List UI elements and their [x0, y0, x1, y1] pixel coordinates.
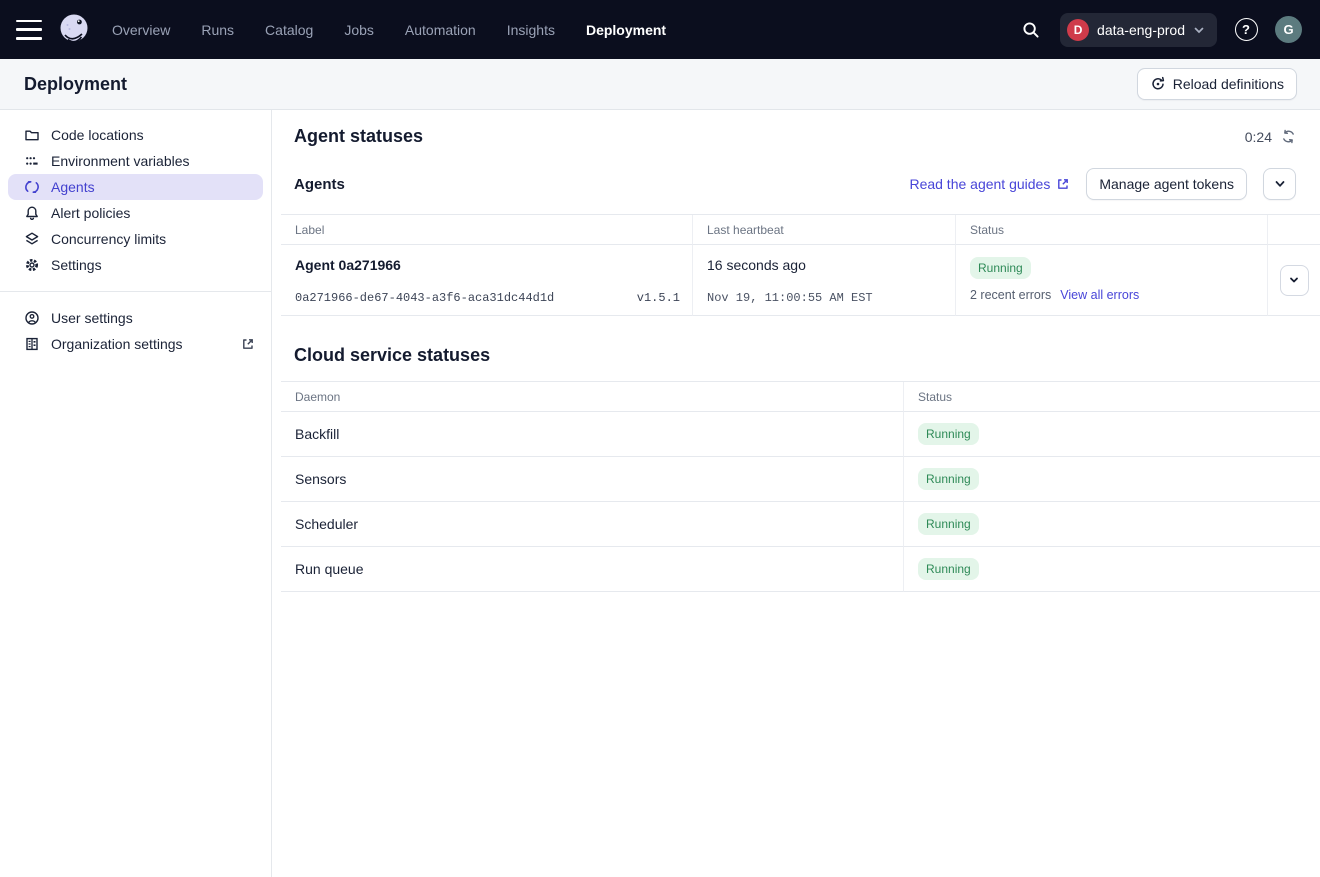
row-expand-button[interactable] [1280, 265, 1309, 296]
daemon-row-scheduler: Scheduler Running [281, 502, 1320, 547]
top-navigation-bar: Overview Runs Catalog Jobs Automation In… [0, 0, 1320, 59]
external-link-icon [1056, 177, 1070, 191]
building-icon [24, 336, 40, 352]
nav-item-catalog[interactable]: Catalog [265, 22, 313, 38]
main-content: Agent statuses 0:24 Agents Read the agen… [272, 110, 1320, 877]
cloud-services-table: Daemon Status Backfill Running Sensors R… [281, 381, 1320, 592]
hamburger-menu-icon[interactable] [16, 20, 42, 40]
daemon-row-backfill: Backfill Running [281, 412, 1320, 457]
nav-item-runs[interactable]: Runs [201, 22, 234, 38]
settings-sidebar: Code locations Environment variables Age… [0, 110, 272, 877]
user-avatar[interactable]: G [1275, 16, 1302, 43]
reload-definitions-button[interactable]: Reload definitions [1137, 68, 1297, 100]
cloud-service-statuses-title: Cloud service statuses [272, 345, 1320, 366]
agent-version: v1.5.1 [637, 291, 680, 305]
agent-expander-cell [1267, 245, 1320, 316]
chevron-down-icon [1193, 24, 1205, 36]
sidebar-item-alert-policies[interactable]: Alert policies [0, 200, 271, 226]
agents-more-actions-button[interactable] [1263, 168, 1296, 200]
deployment-name: data-eng-prod [1097, 22, 1185, 38]
agents-toolbar: Agents Read the agent guides Manage agen… [272, 168, 1320, 200]
user-icon [24, 310, 40, 326]
sidebar-item-code-locations[interactable]: Code locations [0, 122, 271, 148]
page-title: Deployment [24, 74, 127, 95]
sidebar-item-agents[interactable]: Agents [8, 174, 263, 200]
daemon-name: Scheduler [281, 502, 903, 547]
status-badge: Running [918, 513, 979, 535]
nav-item-insights[interactable]: Insights [507, 22, 555, 38]
daemon-name: Sensors [281, 457, 903, 502]
reload-icon [1150, 76, 1166, 92]
nav-item-overview[interactable]: Overview [112, 22, 170, 38]
agent-statuses-header: Agent statuses 0:24 [272, 126, 1320, 147]
heartbeat-relative: 16 seconds ago [707, 257, 943, 273]
agents-section-label: Agents [294, 176, 345, 193]
status-badge: Running [918, 558, 979, 580]
column-header-label: Label [281, 215, 692, 245]
sidebar-item-concurrency-limits[interactable]: Concurrency limits [0, 226, 271, 252]
external-link-icon [241, 337, 255, 351]
column-header-heartbeat: Last heartbeat [692, 215, 955, 245]
daemon-row-sensors: Sensors Running [281, 457, 1320, 502]
daemon-status-cell: Running [903, 502, 1320, 547]
nav-item-automation[interactable]: Automation [405, 22, 476, 38]
caret-down-icon [1275, 179, 1285, 189]
agent-icon [24, 179, 40, 195]
column-header-status: Status [955, 215, 1267, 245]
column-header-daemon: Daemon [281, 382, 903, 412]
status-badge: Running [918, 468, 979, 490]
sidebar-item-user-settings[interactable]: User settings [0, 305, 271, 331]
cloud-table-header: Daemon Status [281, 382, 1320, 412]
primary-nav-links: Overview Runs Catalog Jobs Automation In… [112, 22, 666, 38]
agents-table: Label Last heartbeat Status Agent 0a2719… [281, 214, 1320, 316]
sidebar-divider [0, 291, 271, 292]
view-all-errors-link[interactable]: View all errors [1060, 288, 1139, 302]
agent-table-row: Agent 0a271966 0a271966-de67-4043-a3f6-a… [281, 245, 1320, 316]
agent-label-cell: Agent 0a271966 0a271966-de67-4043-a3f6-a… [281, 245, 692, 316]
recent-errors-count: 2 recent errors [970, 288, 1051, 302]
gear-icon [24, 257, 40, 273]
daemon-row-run-queue: Run queue Running [281, 547, 1320, 592]
deployment-switcher[interactable]: D data-eng-prod [1060, 13, 1217, 47]
nav-item-deployment[interactable]: Deployment [586, 22, 666, 38]
bell-icon [24, 205, 40, 221]
refresh-countdown: 0:24 [1245, 129, 1296, 145]
daemon-status-cell: Running [903, 547, 1320, 592]
heartbeat-timestamp: Nov 19, 11:00:55 AM EST [707, 291, 943, 305]
nav-item-jobs[interactable]: Jobs [344, 22, 374, 38]
sidebar-item-settings[interactable]: Settings [0, 252, 271, 278]
daemon-name: Backfill [281, 412, 903, 457]
daemon-name: Run queue [281, 547, 903, 592]
column-header-expander [1267, 215, 1320, 245]
manage-agent-tokens-button[interactable]: Manage agent tokens [1086, 168, 1247, 200]
page-header: Deployment Reload definitions [0, 59, 1320, 110]
nav-right-controls: D data-eng-prod ? G [1016, 13, 1302, 47]
agent-status-cell: Running 2 recent errors View all errors [955, 245, 1267, 316]
sidebar-item-environment-variables[interactable]: Environment variables [0, 148, 271, 174]
column-header-status: Status [903, 382, 1320, 412]
dagster-logo-icon[interactable] [56, 11, 92, 49]
sidebar-item-organization-settings[interactable]: Organization settings [0, 331, 271, 357]
status-badge: Running [918, 423, 979, 445]
countdown-value: 0:24 [1245, 129, 1272, 145]
chevron-down-icon [1288, 274, 1300, 286]
agents-table-header: Label Last heartbeat Status [281, 215, 1320, 245]
search-icon[interactable] [1016, 15, 1046, 45]
agent-guides-link[interactable]: Read the agent guides [909, 176, 1070, 192]
agent-id: 0a271966-de67-4043-a3f6-aca31dc44d1d [295, 291, 554, 305]
daemon-status-cell: Running [903, 457, 1320, 502]
folder-icon [24, 127, 40, 143]
daemon-status-cell: Running [903, 412, 1320, 457]
status-badge: Running [970, 257, 1031, 279]
layers-icon [24, 231, 40, 247]
env-vars-icon [24, 153, 40, 169]
app-window: Overview Runs Catalog Jobs Automation In… [0, 0, 1320, 877]
agent-statuses-title: Agent statuses [294, 126, 423, 147]
refresh-icon[interactable] [1281, 129, 1296, 144]
help-icon[interactable]: ? [1231, 15, 1261, 45]
agent-name: Agent 0a271966 [295, 257, 680, 273]
agent-heartbeat-cell: 16 seconds ago Nov 19, 11:00:55 AM EST [692, 245, 955, 316]
deployment-badge: D [1067, 19, 1089, 41]
